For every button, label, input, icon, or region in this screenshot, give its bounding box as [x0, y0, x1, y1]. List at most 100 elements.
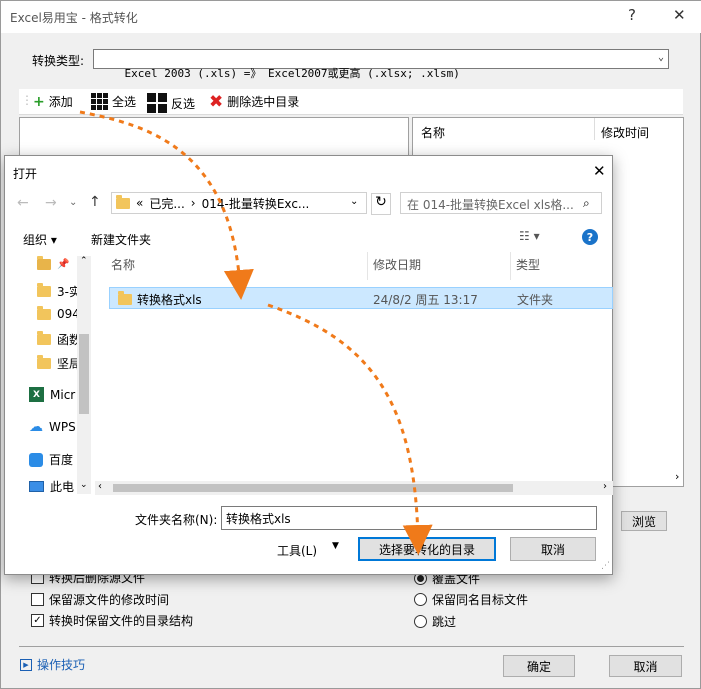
folder-icon [37, 331, 51, 345]
search-placeholder: 在 014-批量转换Excel xls格... [407, 198, 574, 212]
option-label: 保留同名目标文件 [432, 593, 529, 607]
sidebar-label: WPS [49, 420, 76, 434]
col-name-header[interactable]: 名称 [111, 256, 135, 273]
sidebar-label: 百度 [49, 453, 74, 467]
recent-chevron-icon[interactable]: ⌄ [69, 197, 77, 208]
sidebar-item[interactable]: 函数 [37, 331, 81, 348]
address-segment[interactable]: 014-批量转换Exc... [202, 195, 310, 212]
view-options-icon[interactable]: ☷ ▾ [519, 229, 540, 243]
convert-type-select[interactable]: Excel 2003 (.xls) =》 Excel2007或更高 (.xlsx… [93, 49, 669, 80]
scroll-down-icon[interactable]: ⌄ [80, 480, 88, 490]
scroll-thumb[interactable] [113, 484, 513, 492]
sidebar-item-wps[interactable]: ☁ WPS [29, 419, 76, 435]
sidebar-item-pc[interactable]: 此电 [29, 478, 74, 495]
red-x-icon: ✖ [209, 91, 224, 112]
address-segment[interactable]: 已完... [149, 195, 184, 212]
forward-icon[interactable]: → [45, 195, 57, 211]
new-folder-button[interactable]: 新建文件夹 [91, 231, 151, 248]
tips-label: 操作技巧 [37, 658, 86, 672]
add-button[interactable]: + 添加 [33, 93, 73, 110]
plus-icon: + [33, 93, 45, 110]
pin-icon: 📌 [57, 259, 70, 270]
search-input[interactable]: 在 014-批量转换Excel xls格... [400, 192, 602, 214]
toolbar: ⋮ + 添加 全选 反选 ✖ 删除选中目录 [19, 89, 683, 115]
refresh-icon[interactable]: ↻ [371, 193, 391, 215]
dialog-close-icon[interactable]: ✕ [593, 162, 606, 180]
folder-icon [118, 291, 132, 305]
radio[interactable] [414, 593, 427, 606]
select-all-button[interactable]: 全选 [91, 93, 136, 110]
sidebar-label: Micr [50, 387, 76, 402]
scroll-right-icon[interactable]: › [603, 481, 607, 492]
col-date-header[interactable]: 修改日期 [373, 256, 421, 273]
up-icon[interactable]: ↑ [89, 194, 101, 210]
option-keep-structure[interactable]: ✓ 转换时保留文件的目录结构 [31, 612, 193, 629]
quick-access-item[interactable]: 📌 [37, 256, 70, 270]
folder-icon [37, 283, 51, 297]
scroll-right-icon[interactable]: › [675, 470, 679, 483]
row-type: 文件夹 [517, 293, 554, 307]
option-skip[interactable]: 跳过 [414, 613, 456, 630]
option-label: 跳过 [432, 615, 457, 629]
folder-icon [37, 256, 51, 270]
remove-selected-button[interactable]: ✖ 删除选中目录 [209, 93, 299, 110]
tools-menu[interactable]: 工具(L) [277, 542, 317, 559]
scroll-left-icon[interactable]: ‹ [98, 481, 102, 492]
invert-selection-button[interactable]: 反选 [147, 93, 195, 113]
checkbox[interactable] [31, 593, 44, 606]
sidebar-item[interactable]: 坚局 [37, 355, 81, 372]
help-icon[interactable]: ? [628, 6, 636, 24]
tips-link[interactable]: ▶ 操作技巧 [20, 656, 85, 673]
sidebar-item[interactable]: 3-实 [37, 283, 81, 300]
tools-dropdown-icon[interactable]: ▼ [332, 541, 339, 551]
title-bar: Excel易用宝 - 格式转化 ? ✕ [1, 1, 701, 33]
col-divider [367, 252, 368, 280]
chevron-down-icon: ⌄ [657, 52, 664, 63]
horizontal-scrollbar[interactable]: ‹ › [95, 481, 613, 495]
option-keep-target[interactable]: 保留同名目标文件 [414, 591, 528, 608]
scroll-thumb[interactable] [79, 334, 89, 414]
browse-button[interactable]: 浏览 [621, 511, 667, 531]
cancel-button[interactable]: 取消 [609, 655, 682, 677]
sidebar-item-excel[interactable]: X Micr [29, 387, 75, 402]
dialog-cancel-button[interactable]: 取消 [510, 537, 596, 561]
filename-label: 文件夹名称(N): [135, 513, 218, 527]
select-directory-button[interactable]: 选择要转化的目录 [358, 537, 496, 561]
excel-icon: X [29, 387, 44, 402]
filename-value: 转换格式xls [226, 512, 291, 526]
option-label: 保留源文件的修改时间 [49, 593, 170, 607]
ok-button[interactable]: 确定 [503, 655, 575, 677]
dialog-title: 打开 [13, 167, 38, 181]
resize-grip[interactable]: ⋰ [601, 561, 610, 571]
option-keep-modified-time[interactable]: 保留源文件的修改时间 [31, 591, 169, 608]
close-icon[interactable]: ✕ [673, 6, 686, 24]
address-chevrons[interactable]: « [136, 196, 143, 210]
col-divider [594, 118, 595, 140]
organize-menu[interactable]: 组织 ▾ [23, 231, 57, 248]
nav-scrollbar[interactable]: ⌃ ⌄ [77, 256, 91, 494]
remove-label: 删除选中目录 [227, 95, 300, 109]
folder-icon [37, 305, 51, 320]
filename-input[interactable]: 转换格式xls [221, 506, 597, 530]
address-bar[interactable]: « 已完... › 014-批量转换Exc... [111, 192, 367, 214]
scroll-up-icon[interactable]: ⌃ [80, 256, 88, 266]
folder-icon [116, 194, 130, 209]
file-col-name[interactable]: 名称 [421, 124, 445, 141]
back-icon[interactable]: ← [17, 195, 29, 211]
sidebar-item-baidu[interactable]: 百度 [29, 451, 73, 468]
col-type-header[interactable]: 类型 [516, 256, 540, 273]
file-col-modified[interactable]: 修改时间 [601, 124, 649, 141]
checkbox-checked[interactable]: ✓ [31, 614, 44, 627]
baidu-icon [29, 452, 43, 467]
address-dropdown-icon[interactable]: ⌄ [350, 196, 358, 207]
help-icon[interactable]: ? [582, 229, 598, 245]
divider [19, 646, 684, 647]
table-row[interactable]: 转换格式xls 24/8/2 周五 13:17 文件夹 [109, 287, 613, 309]
sidebar-item[interactable]: 094 [37, 305, 80, 321]
row-date: 24/8/2 周五 13:17 [373, 293, 478, 307]
invert-icon [147, 93, 167, 113]
window-title: Excel易用宝 - 格式转化 [10, 11, 138, 25]
search-icon[interactable]: ⌕ [583, 196, 590, 211]
convert-type-value: Excel 2003 (.xls) =》 Excel2007或更高 (.xlsx… [124, 67, 460, 80]
radio[interactable] [414, 615, 427, 628]
